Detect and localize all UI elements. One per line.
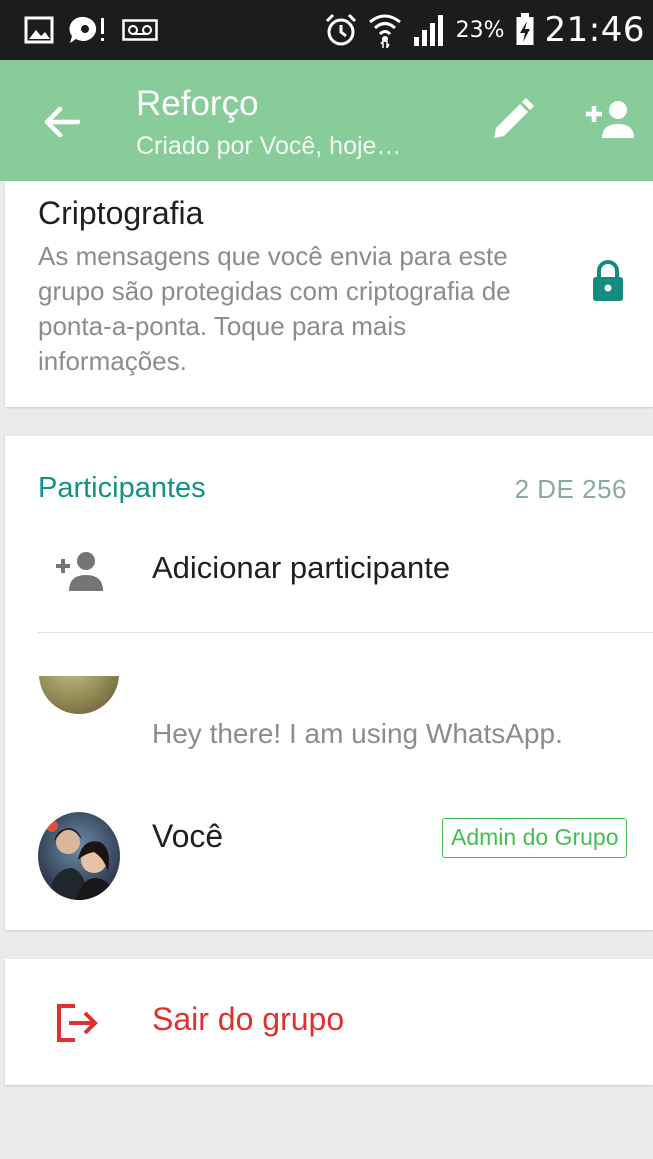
add-participant-label: Adicionar participante bbox=[152, 550, 451, 585]
status-bar: 23% 21:46 bbox=[0, 0, 653, 60]
participant-row[interactable]: Você Admin do Grupo bbox=[5, 796, 653, 906]
participants-header: Participantes bbox=[38, 472, 206, 504]
exit-group-label: Sair do grupo bbox=[152, 1001, 345, 1037]
clock: 21:46 bbox=[544, 10, 645, 50]
encryption-title: Criptografia bbox=[38, 195, 204, 231]
battery-percentage: 23% bbox=[455, 17, 505, 43]
voicemail-icon bbox=[122, 19, 158, 41]
alarm-icon bbox=[325, 13, 356, 46]
wifi-icon bbox=[368, 14, 401, 48]
admin-badge: Admin do Grupo bbox=[442, 818, 628, 858]
add-person-icon bbox=[56, 552, 103, 591]
chat-bubble-icon bbox=[69, 16, 104, 43]
back-arrow-icon[interactable] bbox=[38, 98, 86, 146]
participant-status: Hey there! I am using WhatsApp. bbox=[152, 718, 563, 749]
divider bbox=[38, 632, 653, 633]
participants-count: 2 DE 256 bbox=[514, 474, 627, 504]
exit-group-button[interactable]: Sair do grupo bbox=[5, 959, 653, 1085]
signal-icon bbox=[413, 15, 443, 46]
participant-name: Você bbox=[152, 818, 224, 854]
pencil-icon[interactable] bbox=[488, 96, 536, 144]
exit-icon bbox=[57, 1004, 98, 1042]
group-title[interactable]: Reforço bbox=[136, 84, 259, 124]
avatar bbox=[38, 812, 120, 900]
lock-icon bbox=[593, 260, 623, 301]
add-person-icon[interactable] bbox=[582, 96, 636, 144]
encryption-card[interactable]: Criptografia As mensagens que você envia… bbox=[5, 181, 653, 407]
add-participant-button[interactable]: Adicionar participante bbox=[5, 528, 653, 634]
avatar bbox=[39, 676, 119, 714]
image-icon bbox=[24, 16, 54, 44]
participants-card: Participantes 2 DE 256 Adicionar partici… bbox=[5, 436, 653, 930]
app-bar: Reforço Criado por Você, hoje… bbox=[0, 60, 653, 181]
battery-charging-icon bbox=[516, 13, 534, 45]
encryption-description: As mensagens que você envia para este gr… bbox=[38, 241, 511, 376]
participant-row[interactable]: Hey there! I am using WhatsApp. bbox=[5, 676, 653, 776]
group-subtitle: Criado por Você, hoje… bbox=[136, 132, 402, 160]
